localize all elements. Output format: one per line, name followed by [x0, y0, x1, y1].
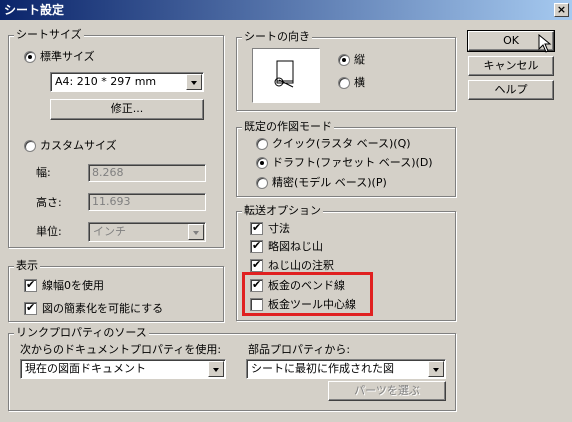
custom-size-radio[interactable]: [24, 140, 36, 152]
chevron-down-icon[interactable]: [428, 361, 444, 377]
select-parts-button[interactable]: パーツを選ぶ: [328, 381, 446, 401]
doc-props-value: 現在の図面ドキュメント: [25, 362, 146, 375]
highlight-box: [242, 272, 373, 316]
chevron-down-icon[interactable]: [188, 224, 204, 240]
transfer-options-legend: 転送オプション: [242, 204, 323, 217]
width-label: 幅:: [36, 166, 51, 179]
doc-props-label: 次からのドキュメントプロパティを使用:: [20, 343, 222, 356]
unit-select[interactable]: インチ: [88, 222, 206, 242]
custom-size-label: カスタムサイズ: [40, 139, 117, 152]
modify-button[interactable]: 修正...: [50, 99, 204, 120]
close-icon[interactable]: ×: [554, 3, 569, 17]
standard-size-label: 標準サイズ: [40, 50, 95, 63]
portrait-sheet-icon: [274, 60, 294, 88]
height-field[interactable]: 11.693: [88, 193, 206, 211]
simplify-drawing-label: 図の簡素化を可能にする: [42, 302, 164, 315]
landscape-radio[interactable]: [338, 77, 350, 89]
chevron-down-icon[interactable]: [186, 74, 202, 90]
orientation-preview: [252, 48, 320, 103]
title-bar: シート設定: [0, 0, 572, 20]
zero-line-width-label: 線幅0を使用: [42, 279, 104, 292]
chevron-down-icon[interactable]: [208, 361, 224, 377]
simplify-drawing-checkbox[interactable]: [24, 301, 37, 315]
help-button[interactable]: ヘルプ: [468, 80, 554, 100]
standard-size-radio[interactable]: [24, 51, 36, 63]
display-legend: 表示: [14, 259, 40, 272]
cosmetic-thread-label: 略図ねじ山: [268, 240, 323, 253]
view-mode-legend: 既定の作図モード: [242, 120, 334, 133]
portrait-radio[interactable]: [338, 54, 350, 66]
landscape-label: 横: [354, 76, 365, 89]
sheet-size-legend: シートサイズ: [14, 28, 84, 41]
part-props-select[interactable]: シートに最初に作成された図: [246, 359, 446, 379]
zero-line-width-checkbox[interactable]: [24, 278, 37, 292]
portrait-label: 縦: [354, 53, 365, 66]
sheet-size-value: A4: 210 * 297 mm: [55, 75, 157, 88]
part-props-value: シートに最初に作成された図: [251, 362, 394, 375]
cancel-button[interactable]: キャンセル: [468, 56, 554, 76]
link-props-legend: リンクプロパティのソース: [14, 326, 149, 339]
cosmetic-thread-checkbox[interactable]: [250, 239, 263, 253]
draft-mode-radio[interactable]: [256, 157, 268, 169]
unit-value: インチ: [93, 225, 126, 238]
dimensions-checkbox[interactable]: [250, 221, 263, 235]
width-field[interactable]: 8.268: [88, 164, 206, 182]
window-title: シート設定: [4, 3, 65, 17]
dimensions-label: 寸法: [268, 222, 290, 235]
part-props-label: 部品プロパティから:: [248, 343, 351, 356]
thread-callout-label: ねじ山の注釈: [268, 259, 334, 272]
quick-mode-label: クイック(ラスタ ベース)(Q): [272, 137, 411, 150]
precise-mode-radio[interactable]: [256, 177, 268, 189]
draft-mode-label: ドラフト(ファセット ベース)(D): [272, 156, 433, 169]
height-label: 高さ:: [36, 196, 62, 209]
sheet-size-select[interactable]: A4: 210 * 297 mm: [50, 72, 204, 92]
thread-callout-checkbox[interactable]: [250, 258, 263, 272]
doc-props-select[interactable]: 現在の図面ドキュメント: [20, 359, 226, 379]
precise-mode-label: 精密(モデル ベース)(P): [272, 176, 387, 189]
unit-label: 単位:: [36, 225, 62, 238]
quick-mode-radio[interactable]: [256, 138, 268, 150]
orientation-legend: シートの向き: [242, 30, 312, 43]
mouse-cursor-icon: [538, 34, 552, 53]
